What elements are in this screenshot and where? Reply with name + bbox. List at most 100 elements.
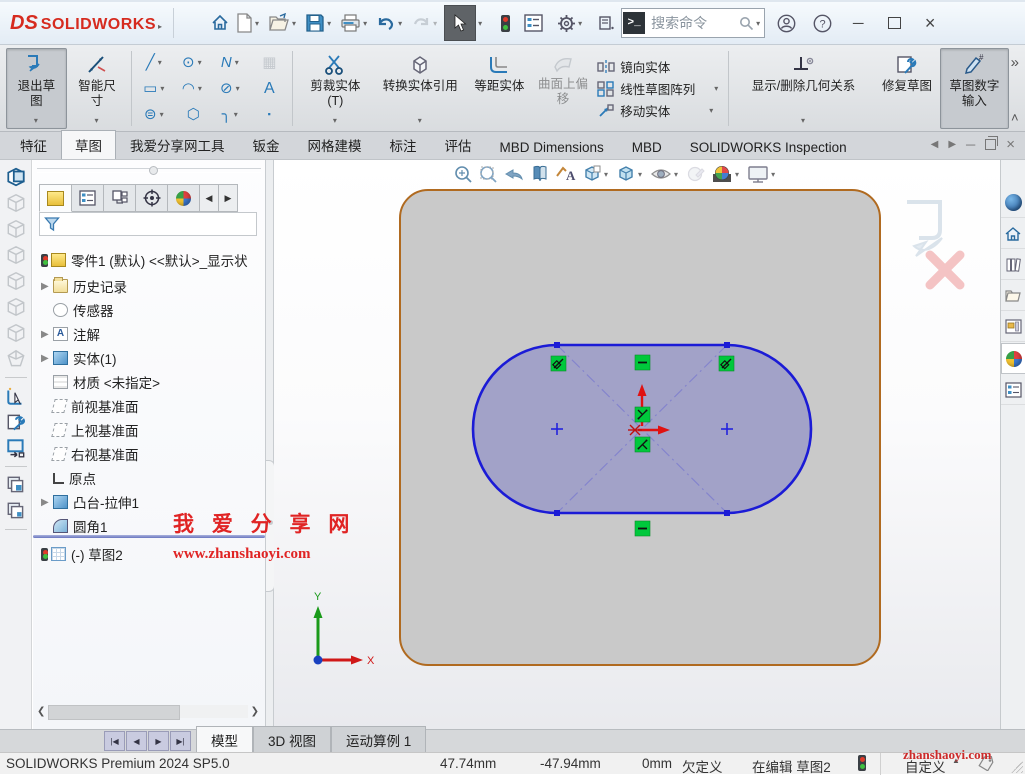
view-palette-tab[interactable] bbox=[1001, 312, 1025, 342]
offset-entities-button[interactable]: 等距实体 bbox=[467, 48, 532, 129]
tab-appearances[interactable] bbox=[168, 184, 200, 212]
slot-dropdown[interactable]: ▾ bbox=[160, 110, 164, 119]
scroll-tabs-left-button[interactable]: ◀ bbox=[931, 139, 939, 150]
select-dropdown[interactable]: ▾ bbox=[478, 19, 482, 28]
convert-entities-button[interactable]: 转换实体引用 ▾ bbox=[373, 48, 467, 129]
left-view-cube-icon[interactable] bbox=[5, 244, 27, 266]
display-style-button[interactable]: ▾ bbox=[615, 162, 646, 186]
prev-tab-button[interactable]: ◀ bbox=[126, 731, 147, 751]
isometric-view-icon[interactable] bbox=[5, 348, 27, 370]
select-tool-button[interactable] bbox=[444, 5, 476, 41]
options-list-icon[interactable] bbox=[524, 14, 543, 32]
settings-button[interactable]: ▾ bbox=[557, 14, 585, 33]
splitter-dot[interactable] bbox=[149, 166, 158, 175]
previous-view-button[interactable] bbox=[502, 162, 526, 186]
ellipse-dropdown[interactable]: ▾ bbox=[236, 84, 240, 93]
new-document-button[interactable]: ▾ bbox=[234, 10, 264, 36]
redo-dropdown[interactable]: ▾ bbox=[433, 19, 437, 28]
polygon-tool[interactable]: ⬡ bbox=[174, 102, 212, 128]
tab-share-tools[interactable]: 我爱分享网工具 bbox=[116, 130, 239, 159]
appearances-tab[interactable] bbox=[1001, 343, 1025, 374]
confirmation-corner[interactable] bbox=[907, 202, 960, 285]
resize-grip[interactable] bbox=[1011, 761, 1023, 773]
sketch-fillet-tool[interactable]: ╮▾ bbox=[212, 102, 250, 128]
tree-item-sensors[interactable]: 传感器 bbox=[41, 298, 114, 322]
normal-to-view-icon[interactable] bbox=[5, 166, 27, 188]
move-entities-button[interactable]: 移动实体 ▾ bbox=[594, 100, 724, 121]
tree-item-boss-extrude[interactable]: ▶凸台-拉伸1 bbox=[41, 490, 139, 514]
expand-arrow[interactable]: ▶ bbox=[41, 497, 53, 508]
maximize-button[interactable] bbox=[879, 9, 909, 37]
doc-restore-button[interactable] bbox=[985, 139, 996, 150]
first-tab-button[interactable]: |◀ bbox=[104, 731, 125, 751]
arc-dropdown[interactable]: ▾ bbox=[198, 84, 202, 93]
apply-scene-button[interactable]: ▾ bbox=[710, 162, 743, 186]
exit-sketch-button[interactable]: 退出草图 ▾ bbox=[6, 48, 67, 129]
tab-mesh-modeling[interactable]: 网格建模 bbox=[294, 130, 376, 159]
tab-features[interactable]: 特征 bbox=[6, 130, 61, 159]
logo-flyout-arrow[interactable]: ▸ bbox=[158, 22, 162, 31]
tab-sheet-metal[interactable]: 钣金 bbox=[239, 130, 294, 159]
tree-filter-bar[interactable] bbox=[39, 212, 257, 236]
print-dropdown[interactable]: ▾ bbox=[363, 19, 367, 28]
tab-sketch[interactable]: 草图 bbox=[61, 130, 116, 159]
panel-splitter-groove[interactable] bbox=[37, 168, 261, 173]
back-view-cube-icon[interactable] bbox=[5, 218, 27, 240]
zoom-to-fit-button[interactable] bbox=[452, 162, 474, 186]
rectangle-dropdown[interactable]: ▾ bbox=[160, 84, 164, 93]
doc-close-button[interactable]: × bbox=[1006, 136, 1015, 153]
slot-tool[interactable]: ⊜▾ bbox=[136, 102, 174, 128]
fillet-dropdown[interactable]: ▾ bbox=[234, 110, 238, 119]
rectangle-tool[interactable]: ▭▾ bbox=[136, 76, 174, 102]
line-dropdown[interactable]: ▾ bbox=[158, 58, 162, 67]
display-relations-dropdown[interactable]: ▾ bbox=[801, 116, 805, 127]
bottom-view-cube-icon[interactable] bbox=[5, 322, 27, 344]
command-search-box[interactable]: >_ 搜索命令 ▾ bbox=[621, 8, 765, 38]
view-orientation-button[interactable]: ▾ bbox=[581, 162, 612, 186]
tab-model[interactable]: 模型 bbox=[196, 726, 253, 752]
custom-properties-tab[interactable] bbox=[1001, 375, 1025, 405]
print-button[interactable]: ▾ bbox=[338, 10, 372, 36]
circle-tool[interactable]: ⊙▾ bbox=[174, 50, 212, 76]
confirm-exit-sketch-icon[interactable] bbox=[907, 202, 940, 238]
view-orientation-dropdown[interactable]: ▾ bbox=[604, 170, 608, 179]
fm-tab-scroll-right[interactable]: ▶ bbox=[219, 184, 238, 212]
expand-arrow[interactable]: ▶ bbox=[41, 281, 53, 292]
exit-sketch-dropdown[interactable]: ▾ bbox=[34, 116, 38, 127]
redo-button[interactable]: ▾ bbox=[409, 11, 442, 35]
move-entities-dropdown[interactable]: ▾ bbox=[709, 106, 713, 115]
ellipse-tool[interactable]: ⊘▾ bbox=[212, 76, 250, 102]
view-settings-dropdown[interactable]: ▾ bbox=[771, 170, 775, 179]
tree-item-right-plane[interactable]: 右视基准面 bbox=[41, 442, 139, 466]
arc-tool[interactable]: ◠▾ bbox=[174, 76, 212, 102]
next-tab-button[interactable]: ▶ bbox=[148, 731, 169, 751]
tab-mbd[interactable]: MBD bbox=[618, 135, 676, 159]
linear-pattern-dropdown[interactable]: ▾ bbox=[714, 84, 718, 93]
account-button[interactable] bbox=[771, 9, 801, 37]
copy-appearance-icon[interactable] bbox=[5, 474, 27, 496]
help-button[interactable]: ? bbox=[807, 9, 837, 37]
panel-splitter[interactable] bbox=[265, 160, 274, 729]
hide-show-items-button[interactable]: ▾ bbox=[649, 163, 682, 185]
annotation-visibility-button[interactable]: A bbox=[554, 162, 578, 186]
trim-entities-button[interactable]: 剪裁实体(T) ▾ bbox=[297, 48, 373, 129]
mesh-sketch-tool[interactable]: ▦ bbox=[250, 50, 288, 76]
home-tab[interactable] bbox=[1001, 219, 1025, 249]
circle-dropdown[interactable]: ▾ bbox=[198, 58, 202, 67]
scroll-right-arrow[interactable]: ❯ bbox=[251, 706, 259, 717]
tab-configurations[interactable] bbox=[104, 184, 136, 212]
tab-3d-views[interactable]: 3D 视图 bbox=[253, 726, 331, 752]
tree-horizontal-scrollbar[interactable]: ❮ ❯ bbox=[37, 704, 259, 719]
point-tool[interactable]: ▪ bbox=[250, 102, 288, 128]
right-view-cube-icon[interactable] bbox=[5, 270, 27, 292]
edit-appearance-button[interactable] bbox=[685, 162, 707, 186]
tab-property-manager[interactable] bbox=[72, 184, 104, 212]
home-button[interactable] bbox=[208, 10, 232, 36]
spline-dropdown[interactable]: ▾ bbox=[235, 58, 239, 67]
file-explorer-tab[interactable] bbox=[1001, 281, 1025, 311]
scroll-tabs-right-button[interactable]: ▶ bbox=[948, 139, 956, 150]
sketch-repair-icon[interactable] bbox=[5, 411, 27, 433]
tree-item-sketch2[interactable]: (-) 草图2 bbox=[41, 542, 123, 566]
scrollbar-thumb[interactable] bbox=[48, 705, 180, 720]
repair-sketch-button[interactable]: 修复草图 bbox=[874, 48, 940, 129]
